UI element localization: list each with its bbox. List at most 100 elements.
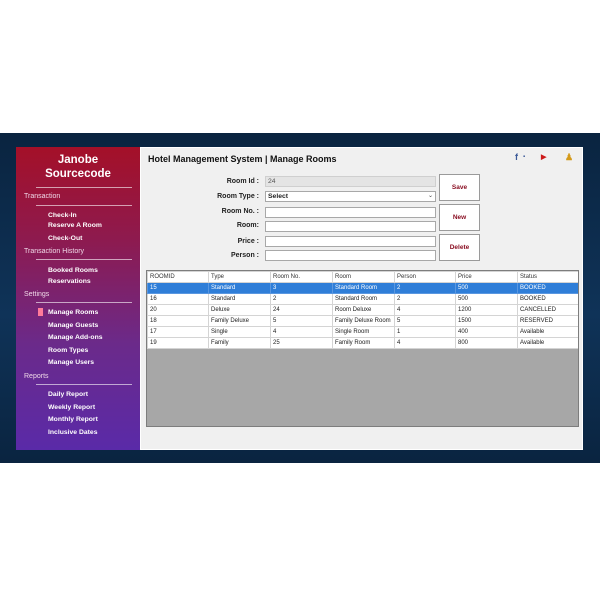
table-cell: 2	[270, 293, 333, 305]
table-cell: 20	[147, 304, 209, 316]
sidebar-section-settings: Settings	[24, 291, 50, 298]
table-row[interactable]: 20 Deluxe 24 Room Deluxe 4 1200 CANCELLE…	[147, 304, 578, 316]
sidebar-item-manage-rooms[interactable]: Manage Rooms	[48, 309, 98, 316]
table-cell: Single Room	[332, 326, 395, 338]
table-cell: 400	[455, 326, 518, 338]
sidebar-divider	[36, 302, 132, 303]
brand-line-1: Janobe	[57, 154, 99, 166]
room-id-label: Room Id :	[226, 178, 259, 185]
sidebar-divider	[36, 205, 132, 206]
table-cell: 5	[270, 315, 333, 327]
table-cell: 1	[394, 326, 456, 338]
table-row[interactable]: 15 Standard 3 Standard Room 2 500 BOOKED	[147, 282, 578, 294]
table-cell: Family Room	[332, 337, 395, 349]
table-cell: 1200	[455, 304, 518, 316]
sidebar-divider	[36, 384, 132, 385]
person-label: Person :	[230, 252, 259, 259]
table-cell: 4	[394, 337, 456, 349]
sidebar-item-booked-rooms[interactable]: Booked Rooms	[48, 267, 98, 274]
room-no-label: Room No. :	[221, 208, 259, 215]
table-cell: Standard	[208, 282, 271, 294]
room-type-label: Room Type :	[217, 193, 259, 200]
column-header-roomid[interactable]: ROOMID	[147, 271, 209, 283]
active-item-marker	[38, 308, 43, 316]
sidebar-item-check-in[interactable]: Check-In	[48, 212, 77, 219]
sidebar-item-check-out[interactable]: Check-Out	[48, 235, 82, 242]
sidebar-item-daily-report[interactable]: Daily Report	[48, 391, 88, 398]
column-header-status[interactable]: Status	[517, 271, 578, 283]
sidebar-item-inclusive-dates[interactable]: Inclusive Dates	[48, 429, 98, 436]
manage-rooms-panel: Hotel Management System | Manage Rooms f…	[140, 147, 583, 450]
facebook-icon[interactable]: f	[515, 152, 518, 162]
page-title: Hotel Management System | Manage Rooms	[148, 154, 337, 164]
sidebar-item-manage-add-ons[interactable]: Manage Add-ons	[48, 334, 103, 341]
sidebar-divider	[36, 259, 132, 260]
room-type-selected-value: Select	[268, 193, 289, 200]
table-cell: Family Deluxe Room	[332, 315, 395, 327]
youtube-icon[interactable]: ▶	[541, 153, 546, 161]
sidebar-item-reservations[interactable]: Reservations	[48, 278, 91, 285]
table-cell: 25	[270, 337, 333, 349]
room-type-select[interactable]: Select ⌄	[265, 191, 436, 202]
table-header-row: ROOMID Type Room No. Room Person Price S…	[147, 271, 578, 283]
table-cell: Family Deluxe	[208, 315, 271, 327]
sidebar-section-transaction-history: Transaction History	[24, 248, 85, 255]
table-cell: Room Deluxe	[332, 304, 395, 316]
column-header-price[interactable]: Price	[455, 271, 518, 283]
table-cell: 2	[394, 293, 456, 305]
table-row[interactable]: 17 Single 4 Single Room 1 400 Available	[147, 326, 578, 338]
table-cell: 500	[455, 293, 518, 305]
table-cell: BOOKED	[517, 293, 578, 305]
table-cell: 2	[394, 282, 456, 294]
table-cell: Standard Room	[332, 282, 395, 294]
sidebar-item-manage-guests[interactable]: Manage Guests	[48, 322, 98, 329]
table-cell: RESERVED	[517, 315, 578, 327]
sidebar-item-manage-users[interactable]: Manage Users	[48, 359, 94, 366]
table-cell: Available	[517, 326, 578, 338]
table-cell: Standard Room	[332, 293, 395, 305]
rooms-table: ROOMID Type Room No. Room Person Price S…	[146, 270, 579, 427]
column-header-room-no[interactable]: Room No.	[270, 271, 333, 283]
column-header-room[interactable]: Room	[332, 271, 395, 283]
sidebar-item-monthly-report[interactable]: Monthly Report	[48, 416, 98, 423]
table-cell: 1500	[455, 315, 518, 327]
table-row[interactable]: 18 Family Deluxe 5 Family Deluxe Room 5 …	[147, 315, 578, 327]
room-id-field: 24	[265, 176, 436, 187]
chevron-down-icon: ⌄	[427, 193, 433, 199]
table-row[interactable]: 19 Family 25 Family Room 4 800 Available	[147, 337, 578, 349]
price-field[interactable]	[265, 236, 436, 247]
table-cell: 4	[394, 304, 456, 316]
room-no-field[interactable]	[265, 207, 436, 218]
table-cell: Family	[208, 337, 271, 349]
delete-button[interactable]: Delete	[439, 234, 480, 261]
column-header-type[interactable]: Type	[208, 271, 271, 283]
sidebar: Janobe Sourcecode Transaction Check-In R…	[16, 147, 140, 450]
table-row[interactable]: 16 Standard 2 Standard Room 2 500 BOOKED	[147, 293, 578, 305]
room-field[interactable]	[265, 221, 436, 232]
sidebar-section-transaction: Transaction	[24, 193, 61, 200]
table-cell: Deluxe	[208, 304, 271, 316]
table-cell: CANCELLED	[517, 304, 578, 316]
table-cell: 4	[270, 326, 333, 338]
sidebar-item-weekly-report[interactable]: Weekly Report	[48, 404, 95, 411]
sidebar-item-reserve-a-room[interactable]: Reserve A Room	[48, 222, 102, 229]
column-header-person[interactable]: Person	[394, 271, 456, 283]
new-button[interactable]: New	[439, 204, 480, 231]
sidebar-divider	[36, 187, 132, 188]
table-cell: 3	[270, 282, 333, 294]
table-cell: 800	[455, 337, 518, 349]
save-button[interactable]: Save	[439, 174, 480, 201]
facebook-icon-badge: ▪	[523, 154, 526, 160]
table-cell: 15	[147, 282, 209, 294]
person-field[interactable]	[265, 250, 436, 261]
table-cell: 17	[147, 326, 209, 338]
sidebar-item-room-types[interactable]: Room Types	[48, 347, 88, 354]
table-cell: Standard	[208, 293, 271, 305]
table-cell: 16	[147, 293, 209, 305]
table-cell: 5	[394, 315, 456, 327]
table-cell: Available	[517, 337, 578, 349]
user-icon[interactable]: ♟	[565, 152, 573, 163]
brand-line-2: Sourcecode	[45, 168, 111, 180]
price-label: Price :	[237, 238, 259, 245]
table-cell: 18	[147, 315, 209, 327]
